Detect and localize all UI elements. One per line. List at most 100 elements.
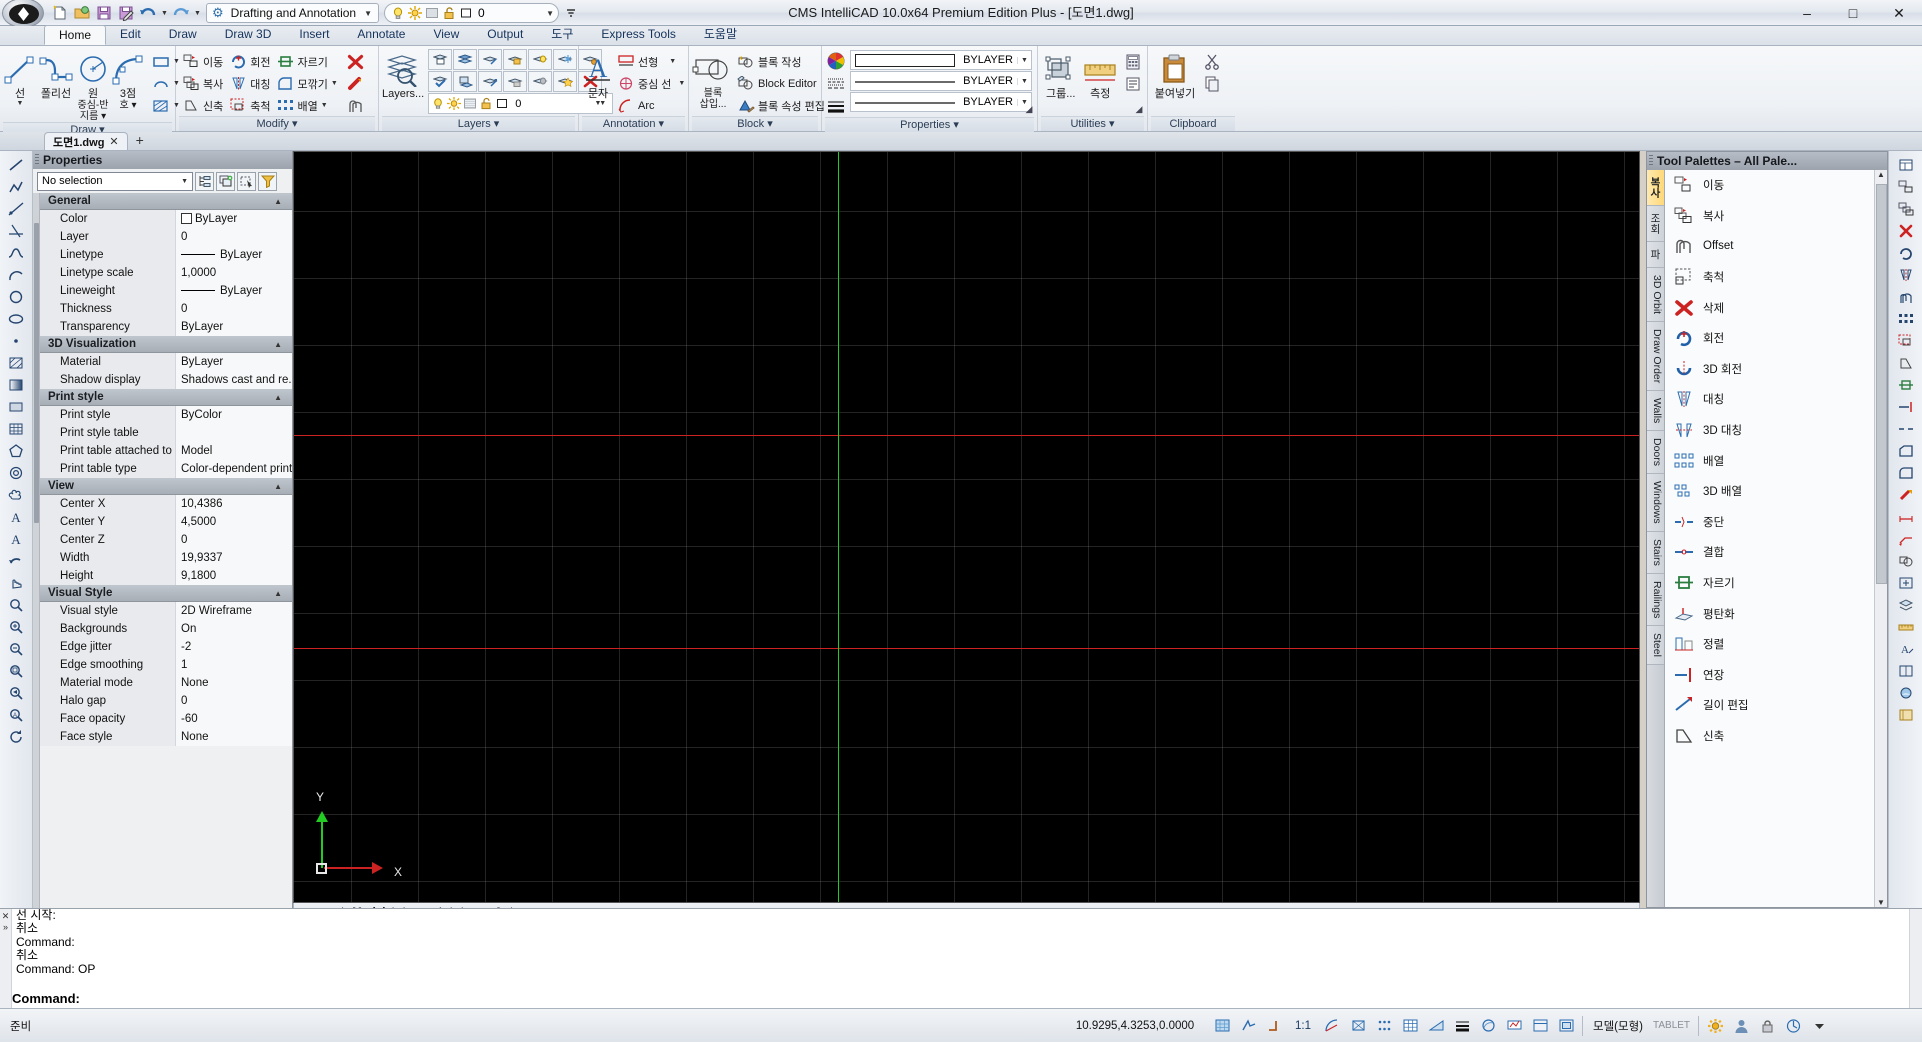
property-row[interactable]: Linetype ByLayer: [40, 245, 292, 264]
draw-arc-button[interactable]: 3점 호 ▾: [111, 49, 145, 111]
properties-panel-icon[interactable]: [1894, 154, 1918, 175]
color-combo-dropdown-icon[interactable]: ▼: [1017, 56, 1031, 64]
new-document-button[interactable]: +: [128, 132, 152, 150]
property-row[interactable]: Shadow display Shadows cast and re...: [40, 370, 292, 389]
property-value[interactable]: None: [176, 727, 292, 746]
draw-line-button[interactable]: 선 ▼: [3, 49, 37, 107]
selection-combo-dropdown-icon[interactable]: ▼: [181, 178, 192, 185]
layer-color-swatch-icon[interactable]: [495, 97, 509, 110]
property-value[interactable]: 0: [176, 227, 292, 246]
palette-side-tab[interactable]: 조회: [1647, 206, 1664, 242]
tab-edit[interactable]: Edit: [106, 25, 155, 45]
close-icon[interactable]: ✕: [109, 135, 118, 148]
property-value[interactable]: [176, 423, 292, 442]
save-icon[interactable]: [94, 3, 114, 23]
undo-icon[interactable]: [138, 3, 158, 23]
command-expand-icon[interactable]: »: [3, 922, 8, 932]
property-group-header[interactable]: View ▲: [40, 478, 292, 495]
xline-tool-icon[interactable]: [4, 220, 28, 241]
array-tool-icon[interactable]: [1894, 308, 1918, 329]
tool-palettes-toggle-icon[interactable]: [1894, 704, 1918, 725]
erase-tool-icon[interactable]: [1894, 220, 1918, 241]
layer-unlock-button[interactable]: [503, 71, 528, 92]
explode-tool-icon[interactable]: [1894, 484, 1918, 505]
undo-dropdown-icon[interactable]: ▼: [160, 3, 169, 23]
mirror-tool-icon[interactable]: [1894, 264, 1918, 285]
zoom-extents-icon[interactable]: [4, 660, 28, 681]
property-row[interactable]: Transparency ByLayer: [40, 317, 292, 336]
property-row[interactable]: Height 9,1800: [40, 566, 292, 585]
modify-mirror-button[interactable]: 대칭: [226, 73, 273, 94]
modify-stretch-button[interactable]: 신축: [179, 95, 226, 116]
annotation-centerline-button[interactable]: 중심 선 ▼: [614, 73, 688, 94]
property-row[interactable]: Material mode None: [40, 673, 292, 692]
property-value[interactable]: Model: [176, 441, 292, 460]
layer-states-button[interactable]: [428, 49, 453, 70]
tab-insert[interactable]: Insert: [285, 25, 343, 45]
fillet-tool-icon[interactable]: [1894, 462, 1918, 483]
open-file-icon[interactable]: [72, 3, 92, 23]
pan-tool-icon[interactable]: [4, 572, 28, 593]
utilities-list-button[interactable]: [1122, 73, 1144, 94]
property-row[interactable]: Print style ByColor: [40, 405, 292, 424]
polyline-tool-icon[interactable]: [4, 176, 28, 197]
block-insert-button[interactable]: 블록 삽입...: [692, 49, 734, 110]
set-color-button[interactable]: [825, 50, 847, 71]
scroll-up-icon[interactable]: ▲: [1877, 170, 1885, 179]
save-as-icon[interactable]: [116, 3, 136, 23]
property-value[interactable]: Color-dependent print...: [176, 459, 292, 478]
user-account-icon[interactable]: [1729, 1015, 1753, 1037]
rotate-tool-icon[interactable]: [1894, 242, 1918, 263]
layer-set-current-button[interactable]: [428, 71, 453, 92]
panel-block-title[interactable]: Block ▾: [692, 116, 818, 131]
tab-output[interactable]: Output: [473, 25, 537, 45]
command-line-area[interactable]: ✕ » 선 시작: 취소 Command: 취소 Command: OP Command…: [0, 908, 1922, 1008]
circle-tool-icon[interactable]: [4, 286, 28, 307]
property-value[interactable]: ByLayer: [176, 317, 292, 336]
tab-view[interactable]: View: [419, 25, 473, 45]
utilities-group-button[interactable]: 그룹...: [1041, 49, 1081, 100]
property-value[interactable]: Shadows cast and re...: [176, 370, 292, 389]
freeze-viewport-icon[interactable]: [423, 5, 440, 22]
tab-help[interactable]: 도움말: [690, 25, 751, 45]
property-row[interactable]: Center X 10,4386: [40, 494, 292, 513]
quick-select-filter-button[interactable]: [258, 171, 277, 191]
ellipse-tool-icon[interactable]: [4, 308, 28, 329]
insert-tool-icon[interactable]: [1894, 572, 1918, 593]
workspace-switch-icon[interactable]: [1528, 1015, 1552, 1037]
properties-scroll-thumb[interactable]: [34, 223, 39, 523]
clipboard-cut-button[interactable]: [1201, 51, 1223, 72]
draw-polyline-button[interactable]: 폴리선: [37, 49, 75, 100]
object-snap-icon[interactable]: [1346, 1015, 1370, 1037]
ortho-icon[interactable]: [1262, 1015, 1286, 1037]
minimize-button[interactable]: –: [1784, 0, 1830, 26]
scale-tool-icon[interactable]: [1894, 330, 1918, 351]
redo-dropdown-icon[interactable]: ▼: [193, 3, 202, 23]
palette-side-tab[interactable]: 파: [1647, 242, 1664, 268]
donut-tool-icon[interactable]: [4, 462, 28, 483]
palette-side-tab[interactable]: Draw Order: [1647, 321, 1664, 391]
draw-circle-sublabel[interactable]: 중심-반지름 ▾: [75, 100, 111, 122]
fillet-dropdown-icon[interactable]: ▼: [331, 80, 338, 87]
property-row[interactable]: Print style table: [40, 423, 292, 442]
palette-item[interactable]: 배열: [1665, 445, 1887, 476]
property-group-header[interactable]: Print style ▲: [40, 389, 292, 406]
draw-circle-button[interactable]: 원 중심-반지름 ▾: [75, 49, 111, 122]
linetype-property-combo[interactable]: BYLAYER ▼: [850, 71, 1032, 91]
trim-tool-icon[interactable]: [1894, 374, 1918, 395]
palette-item[interactable]: 복사: [1665, 201, 1887, 232]
property-group-header[interactable]: 3D Visualization ▲: [40, 336, 292, 353]
layer-change-button[interactable]: [478, 71, 503, 92]
revcloud-tool-icon[interactable]: [4, 484, 28, 505]
property-row[interactable]: Material ByLayer: [40, 352, 292, 371]
properties-dialog-launcher[interactable]: ◢: [1023, 103, 1035, 115]
dimension-tool-icon[interactable]: [1894, 506, 1918, 527]
hatch-tool-icon[interactable]: [4, 352, 28, 373]
palette-side-tab[interactable]: Stairs: [1647, 531, 1664, 574]
workspace-selector[interactable]: ⚙ Drafting and Annotation ▼: [206, 3, 380, 23]
palette-item[interactable]: 자르기: [1665, 568, 1887, 599]
panel-utilities-title[interactable]: Utilities ▾: [1041, 116, 1144, 131]
region-tool-icon[interactable]: [4, 396, 28, 417]
property-value[interactable]: ByLayer: [176, 245, 292, 264]
palette-item[interactable]: 평탄화: [1665, 598, 1887, 629]
